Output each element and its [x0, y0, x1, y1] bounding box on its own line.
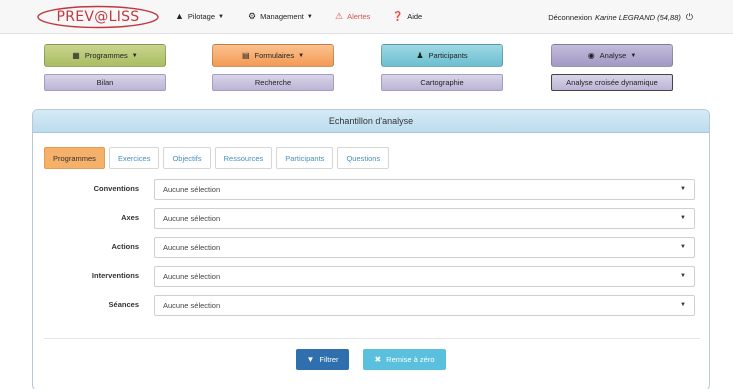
chevron-down-icon: ▼ — [680, 244, 686, 250]
interventions-value: Aucune sélection — [163, 272, 221, 281]
programmes-label: Programmes — [84, 51, 128, 60]
chevron-down-icon: ▼ — [680, 302, 686, 308]
axes-select[interactable]: Aucune sélection ▼ — [154, 208, 695, 229]
power-icon: ⏻ — [685, 12, 693, 22]
panel-title: Echantillon d'analyse — [33, 110, 709, 133]
filter-tabs: Programmes Exercices Objectifs Ressource… — [44, 147, 393, 169]
nav-aide-label: Aide — [407, 12, 423, 21]
brand-logo[interactable]: PREV@LISS — [36, 5, 160, 29]
programmes-button[interactable]: ▦ Programmes ▼ — [44, 44, 166, 67]
chevron-down-icon: ▼ — [680, 186, 686, 192]
analyse-button[interactable]: ◉ Analyse ▼ — [551, 44, 673, 67]
filter-row-conventions: Conventions Aucune sélection ▼ — [33, 179, 709, 200]
warning-icon: ⚠ — [335, 11, 344, 21]
nav-management[interactable]: ⚙ Management ▼ — [248, 11, 313, 22]
close-icon: ✖ — [374, 355, 382, 364]
filter-button[interactable]: ▼ Filtrer — [296, 349, 349, 370]
pilotage-icon: ▲ — [175, 11, 184, 21]
conventions-select[interactable]: Aucune sélection ▼ — [154, 179, 695, 200]
filter-icon: ▼ — [306, 355, 315, 364]
user-icon: ♟ — [416, 51, 424, 60]
filter-row-actions: Actions Aucune sélection ▼ — [33, 237, 709, 258]
conventions-value: Aucune sélection — [163, 185, 221, 194]
actions-select[interactable]: Aucune sélection ▼ — [154, 237, 695, 258]
nav-pilotage[interactable]: ▲ Pilotage ▼ — [175, 11, 224, 22]
chevron-down-icon: ▼ — [218, 13, 224, 20]
chevron-down-icon: ▼ — [131, 52, 138, 59]
chevron-down-icon: ▼ — [298, 52, 305, 59]
eye-icon: ◉ — [587, 51, 595, 60]
formulaires-label: Formulaires — [254, 51, 295, 60]
filter-row-axes: Axes Aucune sélection ▼ — [33, 208, 709, 229]
participants-label: Participants — [428, 51, 468, 60]
form-icon: ▤ — [241, 51, 250, 60]
cartographie-button[interactable]: Cartographie — [381, 74, 503, 91]
tab-programmes[interactable]: Programmes — [44, 147, 105, 169]
formulaires-button[interactable]: ▤ Formulaires ▼ — [212, 44, 334, 67]
nav-pilotage-label: Pilotage — [187, 12, 216, 21]
conventions-label: Conventions — [93, 184, 139, 193]
tab-exercices[interactable]: Exercices — [108, 147, 160, 169]
divider — [44, 338, 700, 339]
bilan-button[interactable]: Bilan — [44, 74, 166, 91]
gear-icon: ⚙ — [248, 11, 257, 21]
tab-ressources[interactable]: Ressources — [214, 147, 273, 169]
logout-link[interactable]: Déconnexion Karine LEGRAND (54,88) ⏻ — [548, 12, 693, 23]
user-name: Karine LEGRAND (54,88) — [595, 13, 681, 22]
grid-icon: ▦ — [72, 51, 80, 60]
seances-label: Séances — [108, 300, 139, 309]
tab-participants[interactable]: Participants — [276, 147, 334, 169]
tab-questions[interactable]: Questions — [337, 147, 390, 169]
chevron-down-icon: ▼ — [306, 13, 313, 20]
nav-alertes[interactable]: ⚠ Alertes — [335, 11, 371, 22]
logout-label: Déconnexion — [548, 13, 592, 22]
reset-button-label: Remise à zéro — [386, 355, 435, 364]
help-icon: ❓ — [392, 11, 404, 21]
chevron-down-icon: ▼ — [630, 52, 637, 59]
reset-button[interactable]: ✖ Remise à zéro — [363, 349, 446, 370]
nav-management-label: Management — [260, 12, 304, 21]
interventions-select[interactable]: Aucune sélection ▼ — [154, 266, 695, 287]
participants-button[interactable]: ♟ Participants — [381, 44, 503, 67]
interventions-label: Interventions — [91, 271, 139, 280]
actions-label: Actions — [111, 242, 139, 251]
actions-value: Aucune sélection — [163, 243, 221, 252]
seances-value: Aucune sélection — [163, 301, 221, 310]
analyse-croisee-button[interactable]: Analyse croisée dynamique — [551, 74, 673, 91]
top-navbar: PREV@LISS ▲ Pilotage ▼ ⚙ Management ▼ ⚠ … — [0, 0, 733, 34]
nav-aide[interactable]: ❓ Aide — [392, 11, 423, 22]
filter-button-label: Filtrer — [319, 355, 339, 364]
chevron-down-icon: ▼ — [680, 215, 686, 221]
axes-value: Aucune sélection — [163, 214, 221, 223]
logo-text: PREV@LISS — [56, 9, 140, 25]
analyse-label: Analyse — [599, 51, 627, 60]
seances-select[interactable]: Aucune sélection ▼ — [154, 295, 695, 316]
recherche-button[interactable]: Recherche — [212, 74, 334, 91]
axes-label: Axes — [121, 213, 139, 222]
echantillon-panel: Echantillon d'analyse Programmes Exercic… — [32, 109, 710, 389]
filter-row-seances: Séances Aucune sélection ▼ — [33, 295, 709, 316]
tab-objectifs[interactable]: Objectifs — [163, 147, 211, 169]
filter-row-interventions: Interventions Aucune sélection ▼ — [33, 266, 709, 287]
chevron-down-icon: ▼ — [680, 273, 686, 279]
nav-alertes-label: Alertes — [347, 12, 371, 21]
